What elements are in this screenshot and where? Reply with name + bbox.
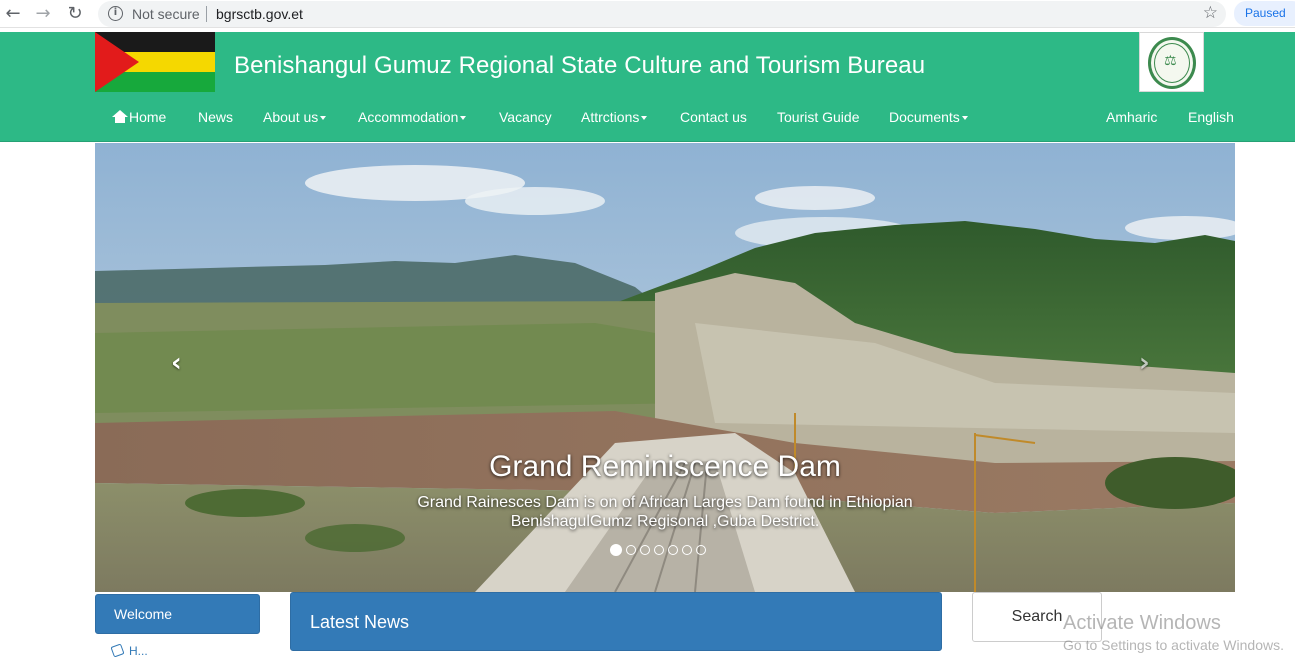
lang-english[interactable]: English [1188,109,1234,125]
home-icon [112,110,128,123]
carousel-prev-icon[interactable]: ‹ [171,350,191,376]
site-header: Benishangul Gumuz Regional State Culture… [0,32,1295,142]
nav-attractions[interactable]: Attrctions [581,109,648,125]
nav-tourist-guide-label: Tourist Guide [777,109,860,125]
welcome-sub-link[interactable]: H... [110,643,148,658]
welcome-sub-label: H... [129,644,148,658]
carousel-indicator-dot[interactable] [626,545,636,555]
latest-news-panel: Latest News [290,592,942,651]
address-separator [206,6,207,22]
nav-about-us-label: About us [263,109,319,125]
nav-home-label: Home [129,109,167,125]
nav-news[interactable]: News [198,109,233,125]
nav-accommodation[interactable]: Accommodation [358,109,467,125]
carousel-indicator-dot[interactable] [610,544,622,556]
caret-down-icon [320,116,327,120]
latest-news-title: Latest News [310,612,410,632]
carousel-indicator-dot[interactable] [668,545,678,555]
url-text[interactable]: bgrsctb.gov.et [216,6,303,22]
hero-carousel: ‹ › Grand Reminiscence Dam Grand Rainesc… [95,143,1235,592]
welcome-button[interactable]: Welcome [95,594,260,634]
nav-contact-us-label: Contact us [680,109,747,125]
carousel-indicator-dot[interactable] [682,545,692,555]
slide-title: Grand Reminiscence Dam [489,450,841,483]
main-navigation: Home News About us Accommodation Vacancy… [0,102,1295,132]
nav-attractions-label: Attrctions [581,109,640,125]
nav-documents-label: Documents [889,109,960,125]
carousel-next-icon[interactable]: › [1139,350,1159,376]
forward-icon[interactable]: → [32,3,54,25]
activate-windows-subtitle: Go to Settings to activate Windows. [1063,637,1284,653]
nav-vacancy[interactable]: Vacancy [499,109,552,125]
security-label[interactable]: Not secure [132,6,200,22]
back-icon[interactable]: ← [2,3,24,25]
carousel-indicator-dot[interactable] [654,545,664,555]
nav-accommodation-label: Accommodation [358,109,459,125]
nav-about-us[interactable]: About us [263,109,327,125]
activate-windows-title: Activate Windows [1063,612,1221,634]
reload-icon[interactable]: ↻ [64,3,86,25]
nav-news-label: News [198,109,234,125]
nav-documents[interactable]: Documents [889,109,968,125]
profile-paused-button[interactable]: Paused [1234,1,1295,26]
carousel-indicators [610,544,710,557]
browser-toolbar: ← → ↻ i Not secure bgrsctb.gov.et ☆ Paus… [0,0,1295,28]
bookmark-star-icon[interactable]: ☆ [1203,3,1218,23]
caret-down-icon [641,116,648,120]
nav-contact-us[interactable]: Contact us [680,109,747,125]
edit-icon [110,643,125,658]
info-icon[interactable]: i [108,6,123,21]
site-title[interactable]: Benishangul Gumuz Regional State Culture… [234,52,925,80]
lang-amharic[interactable]: Amharic [1106,109,1157,125]
nav-home[interactable]: Home [112,109,166,125]
nav-vacancy-label: Vacancy [499,109,552,125]
caret-down-icon [961,116,968,120]
caret-down-icon [460,116,467,120]
slide-caption: Grand Rainesces Dam is on of African Lar… [417,494,913,530]
carousel-indicator-dot[interactable] [696,545,706,555]
address-bar[interactable]: i Not secure bgrsctb.gov.et ☆ [98,1,1226,27]
scale-icon: ⚖ [1164,53,1177,69]
nav-tourist-guide[interactable]: Tourist Guide [777,109,859,125]
carousel-indicator-dot[interactable] [640,545,650,555]
flag-triangle [95,32,139,92]
regional-flag-logo[interactable] [95,32,215,92]
bureau-emblem-logo[interactable]: ⚖ [1139,32,1204,92]
